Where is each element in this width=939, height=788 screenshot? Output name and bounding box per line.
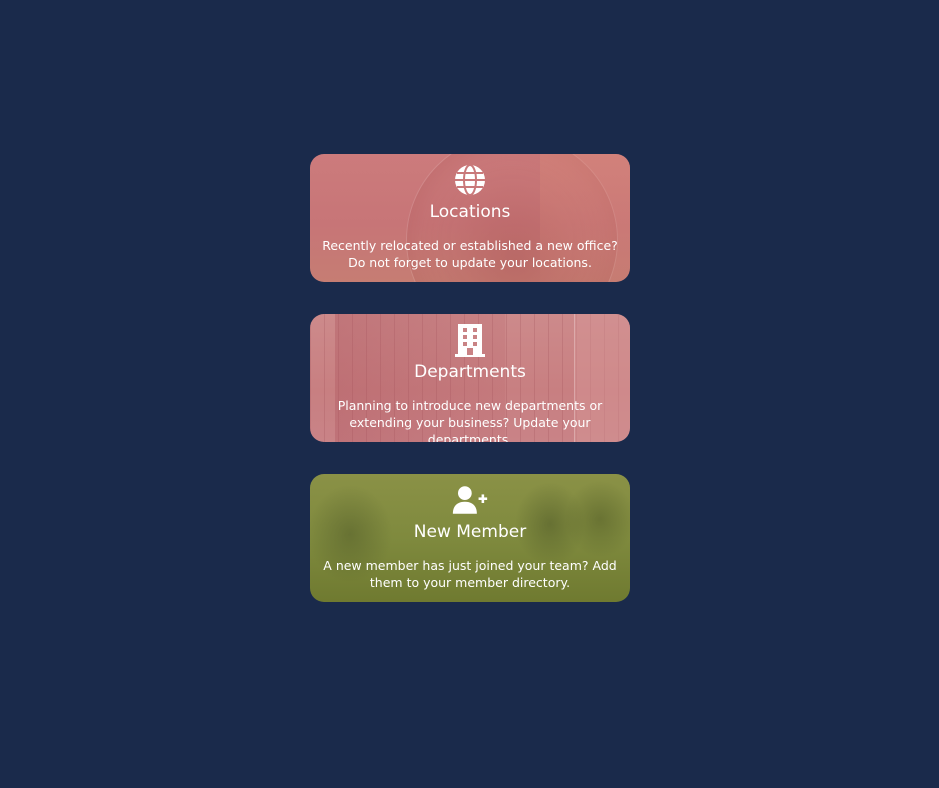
add-user-icon: [452, 483, 488, 517]
new-member-description: A new member has just joined your team? …: [323, 558, 617, 590]
locations-title: Locations: [429, 202, 511, 222]
departments-description: Planning to introduce new departments or…: [337, 398, 603, 442]
locations-card[interactable]: Locations Recently relocated or establis…: [310, 154, 630, 282]
departments-card[interactable]: Departments Planning to introduce new de…: [310, 314, 630, 442]
new-member-card[interactable]: New Member A new member has just joined …: [310, 474, 630, 602]
departments-title: Departments: [414, 362, 526, 382]
locations-description: Recently relocated or established a new …: [322, 238, 618, 270]
building-icon: [452, 323, 488, 357]
page: Locations Recently relocated or establis…: [0, 0, 939, 788]
new-member-title: New Member: [413, 522, 527, 542]
globe-icon: [452, 163, 488, 197]
